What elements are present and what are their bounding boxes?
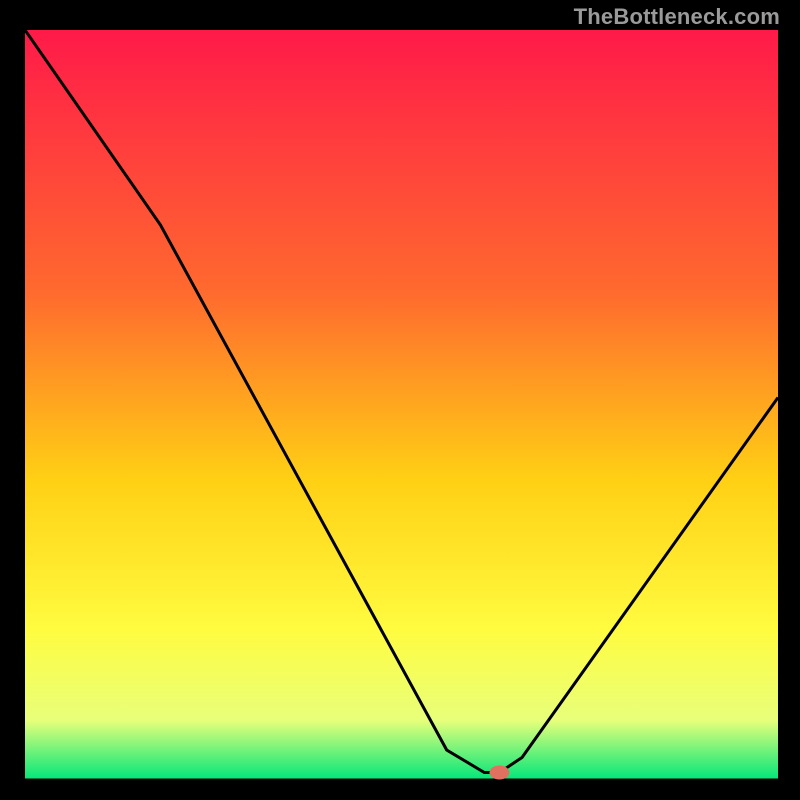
attribution-text: TheBottleneck.com — [574, 4, 780, 30]
chart-frame: TheBottleneck.com — [0, 0, 800, 800]
optimum-marker — [489, 766, 509, 780]
plot-area — [25, 30, 778, 780]
bottleneck-chart — [25, 30, 778, 780]
